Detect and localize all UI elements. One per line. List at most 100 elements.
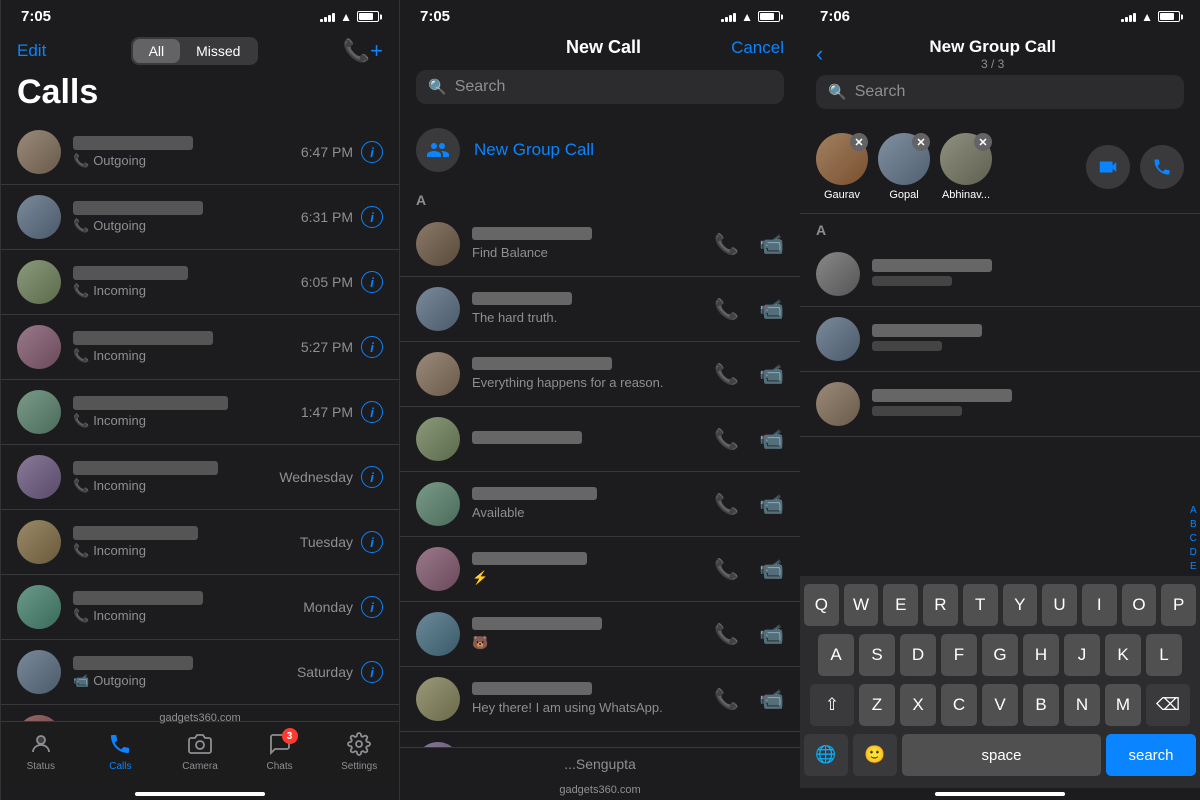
tab-chats[interactable]: 3 Chats bbox=[240, 730, 320, 772]
table-row[interactable]: 📞 Incoming 6:05 PM i bbox=[1, 250, 399, 315]
video-call-button[interactable] bbox=[1086, 145, 1130, 189]
key-a[interactable]: A bbox=[818, 634, 854, 676]
table-row[interactable]: 📞 Outgoing 6:31 PM i bbox=[1, 185, 399, 250]
key-f[interactable]: F bbox=[941, 634, 977, 676]
audio-call-icon[interactable]: 📞 bbox=[714, 232, 739, 257]
info-icon[interactable]: i bbox=[361, 596, 383, 618]
info-icon[interactable]: i bbox=[361, 271, 383, 293]
key-i[interactable]: I bbox=[1082, 584, 1117, 626]
shift-key[interactable]: ⇧ bbox=[810, 684, 854, 726]
list-item[interactable]: Find Balance 📞 📹 bbox=[400, 212, 800, 277]
list-item[interactable] bbox=[800, 372, 1200, 437]
audio-call-icon[interactable]: 📞 bbox=[714, 362, 739, 387]
table-row[interactable]: 📞 Incoming Tuesday i bbox=[1, 510, 399, 575]
seg-missed[interactable]: Missed bbox=[180, 39, 256, 63]
key-e[interactable]: E bbox=[883, 584, 918, 626]
info-icon[interactable]: i bbox=[361, 141, 383, 163]
video-call-icon[interactable]: 📹 bbox=[759, 557, 784, 582]
key-r[interactable]: R bbox=[923, 584, 958, 626]
list-item[interactable]: The hard truth. 📞 📹 bbox=[400, 277, 800, 342]
list-item[interactable]: 📞 📹 bbox=[400, 732, 800, 747]
key-y[interactable]: Y bbox=[1003, 584, 1038, 626]
list-item[interactable] bbox=[800, 307, 1200, 372]
key-u[interactable]: U bbox=[1042, 584, 1077, 626]
key-c[interactable]: C bbox=[941, 684, 977, 726]
key-n[interactable]: N bbox=[1064, 684, 1100, 726]
info-icon[interactable]: i bbox=[361, 336, 383, 358]
remove-abhinav[interactable]: ✕ bbox=[974, 133, 992, 151]
key-v[interactable]: V bbox=[982, 684, 1018, 726]
key-m[interactable]: M bbox=[1105, 684, 1141, 726]
selected-user-gaurav[interactable]: ✕ Gaurav bbox=[816, 133, 868, 201]
list-item[interactable]: 🐻 📞 📹 bbox=[400, 602, 800, 667]
table-row[interactable]: 📞 Incoming 5:27 PM i bbox=[1, 315, 399, 380]
tab-camera[interactable]: Camera bbox=[160, 730, 240, 772]
key-s[interactable]: S bbox=[859, 634, 895, 676]
key-l[interactable]: L bbox=[1146, 634, 1182, 676]
list-item[interactable]: Hey there! I am using WhatsApp. 📞 📹 bbox=[400, 667, 800, 732]
table-row[interactable]: 📞 Incoming 1:47 PM i bbox=[1, 380, 399, 445]
tab-calls[interactable]: Calls bbox=[81, 730, 161, 772]
remove-gopal[interactable]: ✕ bbox=[912, 133, 930, 151]
audio-call-icon[interactable]: 📞 bbox=[714, 622, 739, 647]
new-group-call-row[interactable]: New Group Call bbox=[400, 116, 800, 184]
video-call-icon[interactable]: 📹 bbox=[759, 362, 784, 387]
table-row[interactable]: 📞 Missed Saturday i bbox=[1, 705, 399, 721]
key-h[interactable]: H bbox=[1023, 634, 1059, 676]
audio-call-icon[interactable]: 📞 bbox=[714, 687, 739, 712]
key-p[interactable]: P bbox=[1161, 584, 1196, 626]
video-call-icon[interactable]: 📹 bbox=[759, 687, 784, 712]
audio-call-icon[interactable]: 📞 bbox=[714, 427, 739, 452]
audio-call-icon[interactable]: 📞 bbox=[714, 492, 739, 517]
key-x[interactable]: X bbox=[900, 684, 936, 726]
list-item[interactable] bbox=[800, 437, 1200, 442]
key-t[interactable]: T bbox=[963, 584, 998, 626]
seg-all[interactable]: All bbox=[133, 39, 181, 63]
info-icon[interactable]: i bbox=[361, 466, 383, 488]
audio-call-icon[interactable]: 📞 bbox=[714, 557, 739, 582]
key-o[interactable]: O bbox=[1122, 584, 1157, 626]
video-call-icon[interactable]: 📹 bbox=[759, 492, 784, 517]
key-b[interactable]: B bbox=[1023, 684, 1059, 726]
search-bar-2[interactable]: 🔍 Search bbox=[416, 70, 784, 104]
space-key[interactable]: space bbox=[902, 734, 1101, 776]
list-item[interactable]: ⚡ 📞 📹 bbox=[400, 537, 800, 602]
video-call-icon[interactable]: 📹 bbox=[759, 232, 784, 257]
alphabet-sidebar[interactable]: A B C D E F G H I J K L M N O P Q R S T … bbox=[1189, 504, 1198, 576]
search-key[interactable]: search bbox=[1106, 734, 1196, 776]
key-z[interactable]: Z bbox=[859, 684, 895, 726]
audio-call-icon[interactable]: 📞 bbox=[714, 297, 739, 322]
list-item[interactable] bbox=[800, 242, 1200, 307]
key-w[interactable]: W bbox=[844, 584, 879, 626]
table-row[interactable]: 📹 Outgoing Saturday i bbox=[1, 640, 399, 705]
video-call-icon[interactable]: 📹 bbox=[759, 297, 784, 322]
emoji-key[interactable]: 🙂 bbox=[853, 734, 897, 776]
key-k[interactable]: K bbox=[1105, 634, 1141, 676]
delete-key[interactable]: ⌫ bbox=[1146, 684, 1190, 726]
tab-status[interactable]: Status bbox=[1, 730, 81, 772]
key-d[interactable]: D bbox=[900, 634, 936, 676]
back-button[interactable]: ‹ bbox=[816, 41, 823, 67]
selected-user-abhinav[interactable]: ✕ Abhinav... bbox=[940, 133, 992, 201]
video-call-icon[interactable]: 📹 bbox=[759, 427, 784, 452]
table-row[interactable]: 📞 Outgoing 6:47 PM i bbox=[1, 120, 399, 185]
edit-button[interactable]: Edit bbox=[17, 41, 46, 61]
selected-user-gopal[interactable]: ✕ Gopal bbox=[878, 133, 930, 201]
list-item[interactable]: 📞 📹 bbox=[400, 407, 800, 472]
key-q[interactable]: Q bbox=[804, 584, 839, 626]
key-j[interactable]: J bbox=[1064, 634, 1100, 676]
search-bar-3[interactable]: 🔍 Search bbox=[816, 75, 1184, 109]
audio-call-button[interactable] bbox=[1140, 145, 1184, 189]
info-icon[interactable]: i bbox=[361, 206, 383, 228]
info-icon[interactable]: i bbox=[361, 531, 383, 553]
list-item[interactable]: Everything happens for a reason. 📞 📹 bbox=[400, 342, 800, 407]
globe-key[interactable]: 🌐 bbox=[804, 734, 848, 776]
tab-settings[interactable]: Settings bbox=[319, 730, 399, 772]
video-call-icon[interactable]: 📹 bbox=[759, 622, 784, 647]
remove-gaurav[interactable]: ✕ bbox=[850, 133, 868, 151]
key-g[interactable]: G bbox=[982, 634, 1018, 676]
table-row[interactable]: 📞 Incoming Monday i bbox=[1, 575, 399, 640]
info-icon[interactable]: i bbox=[361, 661, 383, 683]
cancel-button[interactable]: Cancel bbox=[731, 38, 784, 58]
table-row[interactable]: 📞 Incoming Wednesday i bbox=[1, 445, 399, 510]
